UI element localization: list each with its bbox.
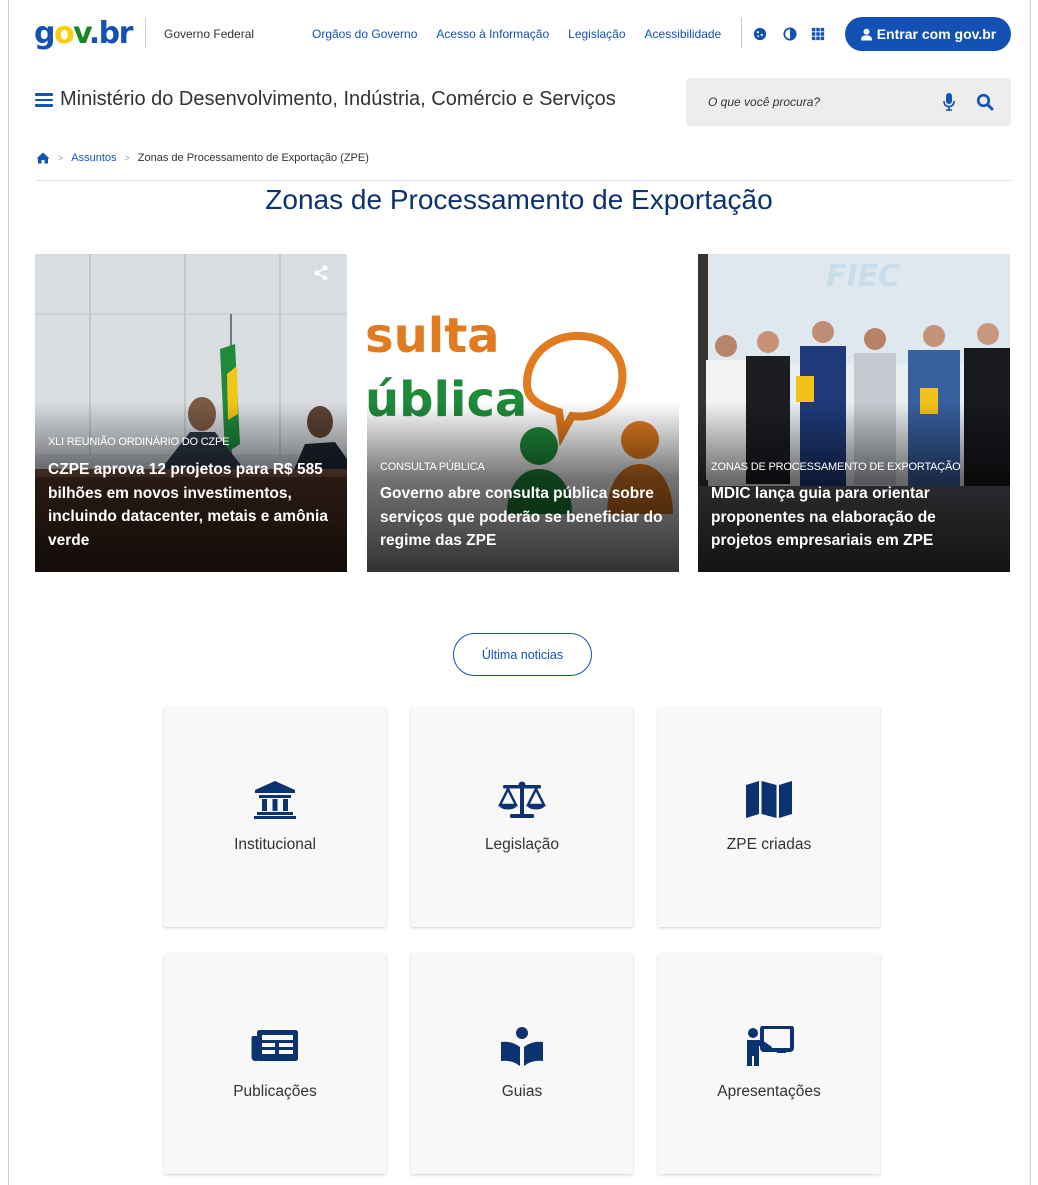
search-input[interactable] — [708, 92, 928, 112]
tile-publicacoes[interactable]: Publicações — [164, 954, 386, 1174]
login-govbr-button[interactable]: Entrar com gov.br — [845, 17, 1011, 51]
tile-label: Legislação — [484, 836, 560, 853]
newspaper-icon — [251, 1030, 298, 1061]
news-headline[interactable]: Governo abre consulta pública sobre serv… — [380, 482, 670, 553]
tile-label: Institucional — [234, 836, 316, 853]
governo-federal-label: Governo Federal — [164, 27, 255, 41]
latest-news-button[interactable]: Última noticias — [453, 633, 592, 676]
chalkboard-teacher-icon — [747, 1026, 794, 1066]
breadcrumb-current: Zonas de Processamento de Exportação (ZP… — [137, 152, 369, 164]
cookie-icon[interactable] — [753, 27, 767, 41]
balance-scale-icon — [497, 781, 547, 818]
link-orgaos[interactable]: Orgãos do Governo — [312, 27, 417, 41]
user-icon — [860, 28, 872, 41]
news-tag: XLI REUNIÃO ORDINÁRIO DO CZPE — [48, 436, 230, 448]
search-icon[interactable] — [976, 93, 994, 111]
search-box — [686, 78, 1011, 126]
apps-grid-icon[interactable] — [811, 27, 825, 41]
microphone-icon[interactable] — [943, 93, 955, 111]
govbr-logo[interactable]: gov.br — [34, 14, 133, 54]
link-acesso-informacao[interactable]: Acesso à Informação — [436, 27, 549, 41]
top-links: Orgãos do Governo Acesso à Informação Le… — [312, 27, 721, 41]
news-tag: CONSULTA PÚBLICA — [380, 461, 485, 473]
ministry-title[interactable]: Ministério do Desenvolvimento, Indústria… — [60, 88, 616, 111]
news-card[interactable]: sulta ública CONSULTA PÚBLICA Governo ab… — [367, 254, 679, 572]
tile-zpe-criadas[interactable]: ZPE criadas — [658, 707, 880, 927]
news-card[interactable]: XLI REUNIÃO ORDINÁRIO DO CZPE CZPE aprov… — [35, 254, 347, 572]
tile-label: Publicações — [233, 1083, 317, 1100]
news-tag: ZONAS DE PROCESSAMENTO DE EXPORTAÇÃO — [711, 461, 961, 473]
breadcrumb-assuntos[interactable]: Assuntos — [71, 152, 116, 164]
contrast-icon[interactable] — [783, 27, 797, 41]
header-divider-2 — [741, 18, 742, 48]
link-legislacao[interactable]: Legislação — [568, 27, 625, 41]
login-label: Entrar com gov.br — [876, 26, 997, 42]
breadcrumb-separator: > — [124, 153, 130, 163]
page-title: Zonas de Processamento de Exportação — [265, 184, 773, 215]
tile-label: Apresentações — [717, 1083, 821, 1100]
landmark-icon — [254, 781, 296, 819]
page-frame-right — [1030, 0, 1031, 1185]
image-logo-text: FIEC — [826, 259, 900, 294]
map-icon — [746, 781, 792, 818]
tile-label: ZPE criadas — [726, 836, 812, 853]
tile-institucional[interactable]: Institucional — [164, 707, 386, 927]
home-icon[interactable] — [36, 152, 50, 164]
news-headline[interactable]: MDIC lança guia para orientar proponente… — [711, 482, 1001, 553]
breadcrumb: > Assuntos > Zonas de Processamento de E… — [36, 152, 369, 164]
link-acessibilidade[interactable]: Acessibilidade — [645, 27, 722, 41]
menu-icon[interactable] — [35, 93, 53, 107]
breadcrumb-separator: > — [58, 153, 64, 163]
image-text-sulta: sulta — [367, 308, 500, 364]
tile-label: Guias — [501, 1083, 543, 1100]
tile-apresentacoes[interactable]: Apresentações — [658, 954, 880, 1174]
book-reader-icon — [501, 1027, 543, 1066]
news-card[interactable]: FIEC ZONAS DE PROCESSAMENTO DE EXPORTAÇÃ… — [698, 254, 1010, 572]
header-divider — [145, 18, 146, 48]
share-icon[interactable] — [314, 265, 328, 281]
tile-guias[interactable]: Guias — [411, 954, 633, 1174]
page-frame-left — [8, 0, 9, 1185]
tile-legislacao[interactable]: Legislação — [411, 707, 633, 927]
news-headline[interactable]: CZPE aprova 12 projetos para R$ 585 bilh… — [48, 458, 338, 552]
